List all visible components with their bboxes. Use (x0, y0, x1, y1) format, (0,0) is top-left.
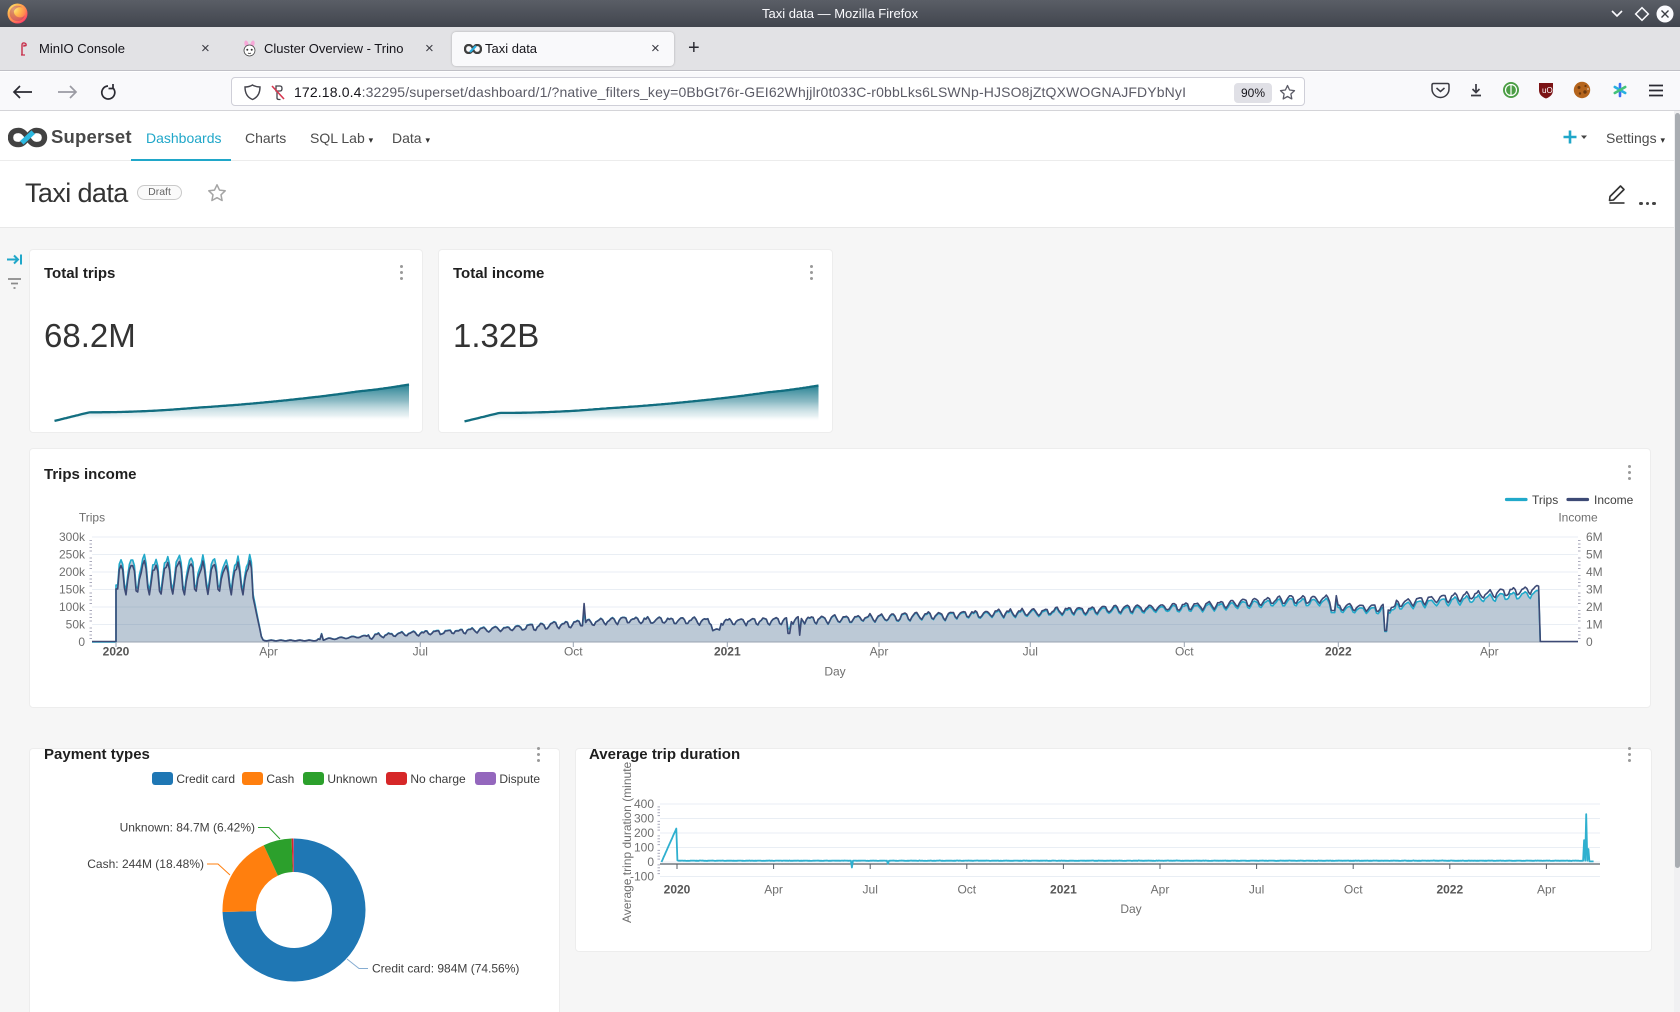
svg-text:uO: uO (1542, 86, 1553, 95)
